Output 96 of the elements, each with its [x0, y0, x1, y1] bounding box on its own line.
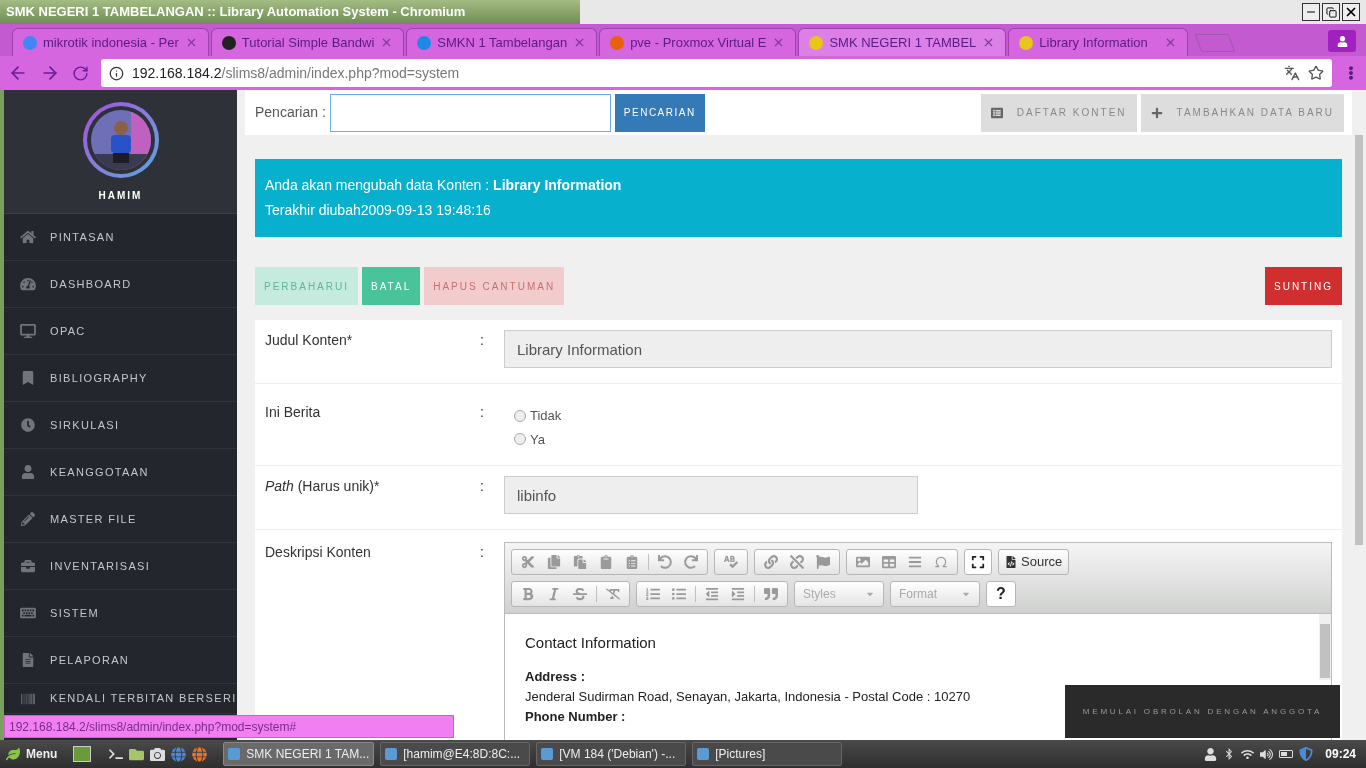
- taskbar-window[interactable]: [VM 184 ('Debian') -...: [536, 742, 687, 766]
- terminal-icon[interactable]: [109, 747, 124, 761]
- colon: :: [480, 332, 484, 348]
- app-icon: [697, 748, 710, 760]
- content-text: Jenderal Sudirman Road, Senayan, Jakarta, Indonesia - Postal Code : 10270: [525, 687, 971, 706]
- desktop-icon[interactable]: [73, 746, 92, 762]
- browser-tab[interactable]: Library Information: [1008, 28, 1189, 56]
- text-field[interactable]: Library Information: [504, 330, 1332, 368]
- tab-title: pve - Proxmox Virtual E: [630, 33, 767, 52]
- radio-button[interactable]: [514, 433, 526, 446]
- maximize-icon[interactable]: [964, 549, 992, 575]
- status-bubble: 192.168.184.2/slims8/admin/index.php?mod=system#: [4, 715, 454, 738]
- document-icon: [20, 653, 36, 667]
- content-label: Address :: [525, 667, 585, 686]
- tab-title: Library Information: [1039, 33, 1149, 52]
- browser-tab[interactable]: SMKN 1 Tambelangan: [406, 28, 598, 56]
- taskbar-window[interactable]: [hamim@E4:8D:8C:...: [380, 742, 531, 766]
- reload-icon[interactable]: [72, 64, 89, 82]
- leaf-icon: [6, 747, 20, 761]
- menu-button[interactable]: Menu: [4, 745, 60, 763]
- help-button[interactable]: ?: [986, 581, 1016, 607]
- battery-icon[interactable]: [1279, 750, 1294, 758]
- window-title: SMK NEGERI 1 TAMBELANGAN :: Library Automation System - Chromium: [6, 3, 466, 22]
- user-name: HAMIM: [98, 189, 143, 203]
- briefcase-icon: [20, 559, 36, 573]
- browser-tab[interactable]: Tutorial Simple Bandwi: [210, 28, 405, 56]
- search-field[interactable]: [329, 93, 611, 132]
- tab-title: mikrotik indonesia - Per: [43, 33, 179, 52]
- site-icon: [417, 35, 432, 50]
- source-button[interactable]: Source: [998, 549, 1070, 575]
- colon: :: [480, 478, 484, 494]
- field-label: Judul Konten*: [265, 332, 353, 348]
- content-heading: Contact Information: [525, 633, 656, 653]
- close-icon[interactable]: [1342, 3, 1360, 21]
- address-bar[interactable]: 192.168.184.2/slims8/admin/index.php?mod=system: [101, 59, 1332, 87]
- site-icon: [610, 35, 625, 50]
- info-icon: [109, 65, 124, 81]
- scrollbar[interactable]: [1319, 614, 1331, 680]
- tab-title: Tutorial Simple Bandwi: [241, 33, 375, 52]
- user-icon: [20, 465, 36, 479]
- search-button[interactable]: PENCARIAN: [614, 93, 705, 132]
- site-icon: [1019, 35, 1034, 50]
- clock-icon: [20, 418, 36, 432]
- bookmark-star-icon[interactable]: [1308, 65, 1324, 81]
- wifi-icon[interactable]: [1241, 747, 1255, 761]
- volume-icon[interactable]: [1260, 747, 1274, 761]
- camera-icon[interactable]: [150, 746, 166, 762]
- browser-tab[interactable]: pve - Proxmox Virtual E: [599, 28, 797, 56]
- taskbar-window[interactable]: SMK NEGERI 1 TAM...: [223, 742, 375, 766]
- radio-label: Ya: [530, 430, 545, 449]
- field-label: Deskripsi Konten: [265, 544, 371, 560]
- translate-icon[interactable]: [1284, 65, 1300, 81]
- user-icon[interactable]: [1204, 747, 1218, 761]
- keyboard-icon: [20, 606, 36, 620]
- globe-icon[interactable]: [171, 746, 187, 762]
- app-icon: [228, 748, 241, 760]
- gauge-icon: [20, 277, 36, 291]
- app-icon: [385, 748, 398, 760]
- minimize-icon[interactable]: [1302, 3, 1320, 21]
- site-icon: [23, 35, 37, 50]
- colon: :: [480, 544, 484, 560]
- list-icon: [990, 106, 1003, 119]
- app-icon: [541, 748, 554, 760]
- browser-tab[interactable]: mikrotik indonesia - Per: [12, 28, 209, 56]
- source-code-icon: [1005, 556, 1017, 568]
- radio-button[interactable]: [514, 409, 526, 422]
- action-button[interactable]: SUNTING: [1265, 267, 1342, 305]
- site-icon: [809, 35, 824, 50]
- profile-icon[interactable]: [1328, 30, 1356, 52]
- bookmark-icon: [20, 371, 36, 385]
- tab-title: SMK NEGERI 1 TAMBEL: [829, 33, 977, 52]
- field-label: Ini Berita: [265, 404, 321, 420]
- pencil-icon: [20, 512, 36, 526]
- radio-label: Tidak: [530, 407, 562, 425]
- globe-icon[interactable]: [192, 746, 208, 762]
- shield-icon[interactable]: [1299, 747, 1314, 761]
- restore-icon[interactable]: [1322, 3, 1340, 21]
- browser-tab[interactable]: SMK NEGERI 1 TAMBEL: [798, 28, 1007, 56]
- plus-icon: [1150, 106, 1163, 119]
- content-label: Phone Number :: [525, 707, 626, 726]
- text-field[interactable]: libinfo: [504, 476, 918, 514]
- tab-title: SMKN 1 Tambelangan: [437, 33, 568, 52]
- info-text: Terakhir diubah2009-09-13 19:48:16: [265, 201, 492, 220]
- home-icon: [20, 230, 36, 244]
- barcode-icon: [20, 691, 36, 706]
- colon: :: [480, 404, 484, 420]
- taskbar-window[interactable]: [Pictures]: [692, 742, 843, 766]
- url-text: 192.168.184.2/slims8/admin/index.php?mod=system: [132, 63, 461, 83]
- field-label: Path (Harus unik)*: [265, 478, 380, 494]
- chat-button[interactable]: MEMULAI OBROLAN DENGAN ANGGOTA: [1065, 685, 1340, 738]
- clock[interactable]: 09:24: [1319, 745, 1362, 763]
- site-icon: [221, 35, 236, 50]
- info-text: Anda akan mengubah data Konten : Library Information: [265, 176, 623, 195]
- monitor-icon: [20, 324, 36, 338]
- folder-icon[interactable]: [129, 746, 145, 762]
- search-label: Pencarian :: [255, 103, 326, 122]
